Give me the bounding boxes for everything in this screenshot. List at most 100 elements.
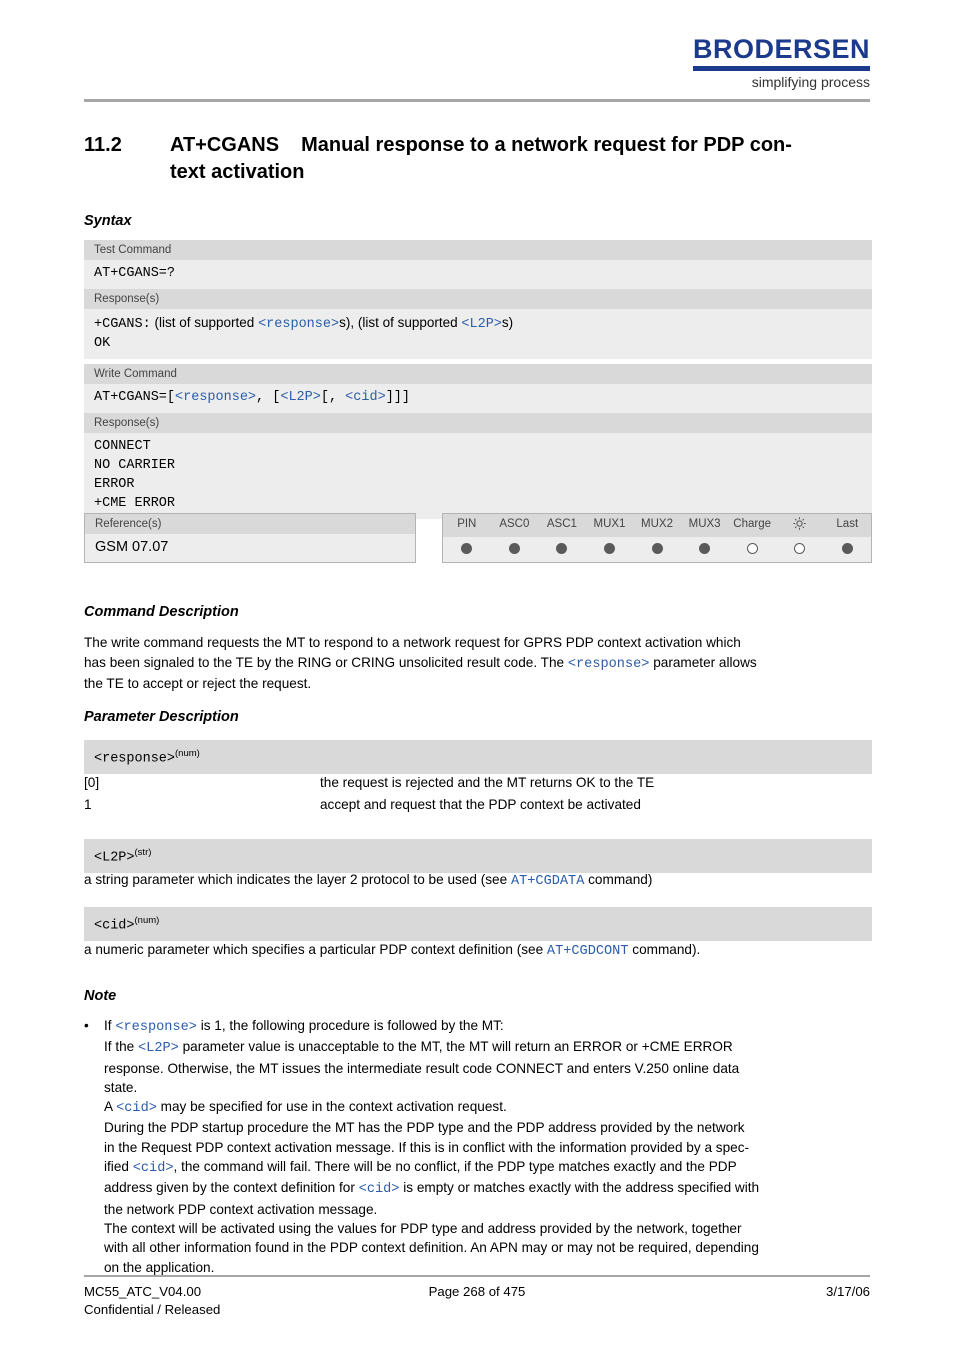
note-l2-b: parameter value is unacceptable to the M…: [178, 1039, 733, 1055]
reference-row: Reference(s) GSM 07.07 PIN ASC0 ASC1 MUX…: [84, 513, 872, 563]
param-text-cid: a numeric parameter which specifies a pa…: [84, 940, 872, 962]
note-line-10: the network PDP context activation messa…: [104, 1201, 378, 1217]
cmd-desc-line3: the TE to accept or reject the request.: [84, 676, 312, 691]
title-command: AT+CGANS: [170, 134, 280, 156]
note-bullet: •: [84, 1018, 89, 1033]
page-footer: MC55_ATC_V04.00 Page 268 of 475 3/17/06 …: [84, 1283, 870, 1319]
param-value: [0]: [84, 775, 100, 790]
l2p-param-note: <L2P>: [138, 1041, 179, 1057]
cid-param-note-1: <cid>: [116, 1101, 157, 1117]
heading-syntax: Syntax: [84, 213, 132, 229]
capability-dot-charge: [728, 543, 776, 554]
note-l8-b: , the command will fail. There will be n…: [173, 1159, 737, 1175]
document-page: BRODERSEN simplifying process 11.2 AT+CG…: [0, 0, 954, 1351]
footer-divider: [84, 1275, 870, 1277]
param-type-response: (num): [175, 748, 200, 759]
capability-header-last: Last: [836, 518, 859, 530]
capability-header-charge: Charge: [733, 518, 772, 530]
param-text-cid-a: a numeric parameter which specifies a pa…: [84, 942, 547, 957]
note-list: • If <response> is 1, the following proc…: [84, 1016, 872, 1277]
title-number: 11.2: [84, 134, 122, 156]
command-description-text: The write command requests the MT to res…: [84, 633, 872, 694]
brand-logo: BRODERSEN simplifying process: [692, 34, 870, 90]
param-row: [0] the request is rejected and the MT r…: [84, 772, 872, 794]
write-command-suffix: ]]]: [385, 390, 410, 405]
note-l1-b: is 1, the following procedure is followe…: [196, 1018, 504, 1033]
sun-icon: [776, 514, 824, 537]
capability-dot-pin: [443, 543, 491, 554]
capability-dot-mux3: [681, 543, 729, 554]
reference-box: Reference(s) GSM 07.07: [84, 513, 416, 563]
response-param-note: <response>: [115, 1020, 197, 1035]
write-command-prefix: AT+CGANS=[: [94, 390, 176, 405]
param-text-l2p: a string parameter which indicates the l…: [84, 870, 872, 892]
capability-header-pin: PIN: [457, 518, 477, 530]
footer-status: Confidential / Released: [84, 1302, 221, 1317]
note-l9-a: address given by the context definition …: [104, 1180, 359, 1196]
note-line-7: in the Request PDP context activation me…: [104, 1139, 750, 1155]
capability-dot-mux1: [586, 543, 634, 554]
param-name-cid: <cid>: [94, 918, 135, 934]
write-response-line: ERROR: [94, 477, 135, 492]
capability-header-asc0: ASC0: [499, 518, 530, 530]
write-response-line: +CME ERROR: [94, 496, 176, 511]
brand-rule: [692, 66, 870, 71]
heading-note: Note: [84, 988, 117, 1004]
param-text-l2p-a: a string parameter which indicates the l…: [84, 872, 511, 887]
param-name-l2p: <L2P>: [94, 850, 135, 866]
capability-dot-last: [824, 543, 872, 554]
note-line-13: on the application.: [104, 1259, 215, 1275]
write-param-l2p: <L2P>: [280, 390, 321, 405]
cid-param-note-2: <cid>: [132, 1161, 174, 1177]
heading-command-description: Command Description: [84, 604, 239, 620]
write-command-sep1: ,: [256, 390, 273, 405]
note-l8-a: ified: [104, 1159, 133, 1175]
note-l5-a: A: [104, 1099, 117, 1115]
capability-dot-asc1: [538, 543, 586, 554]
note-line-6: During the PDP startup procedure the MT …: [104, 1120, 745, 1136]
capability-dots: [443, 537, 871, 562]
heading-parameter-description: Parameter Description: [84, 709, 239, 725]
param-value-desc: accept and request that the PDP context …: [320, 797, 641, 812]
syntax-table: Test Command AT+CGANS=? Response(s) +CGA…: [84, 240, 872, 519]
param-type-cid: (num): [134, 915, 160, 926]
title-line1: Manual response to a network request for…: [301, 134, 792, 156]
test-response-prefix: +CGANS:: [94, 317, 151, 332]
write-response-values: CONNECT NO CARRIER ERROR +CME ERROR: [84, 433, 872, 519]
param-value-desc: the request is rejected and the MT retur…: [320, 775, 655, 790]
write-param-response: <response>: [175, 390, 257, 405]
write-param-cid: <cid>: [345, 390, 386, 405]
param-name-response: <response>: [94, 751, 176, 767]
test-response-text3: s): [501, 315, 514, 330]
l2p-param-link: <L2P>: [461, 317, 502, 332]
capability-headers: PIN ASC0 ASC1 MUX1 MUX2 MUX3 Charge Last: [443, 514, 871, 537]
at-cgdcont-link: AT+CGDCONT: [546, 944, 629, 959]
cmd-desc-line1: The write command requests the MT to res…: [84, 635, 741, 650]
cid-param-note-3: <cid>: [358, 1182, 400, 1198]
test-response-text2: s), (list of supported: [339, 315, 458, 330]
capability-header-mux2: MUX2: [641, 518, 673, 530]
note-line-8: ified <cid>, the command will fail. Ther…: [104, 1157, 872, 1178]
note-line-5: A <cid> may be specified for use in the …: [104, 1097, 872, 1118]
write-command-value: AT+CGANS=[<response>, [<L2P>[, <cid>]]]: [84, 384, 872, 413]
brand-name: BRODERSEN: [692, 34, 870, 64]
brand-tagline: simplifying process: [751, 74, 870, 90]
footer-date: 3/17/06: [826, 1284, 870, 1299]
footer-document-id: MC55_ATC_V04.00: [84, 1284, 202, 1299]
reference-value: GSM 07.07: [85, 534, 415, 562]
capability-header-asc1: ASC1: [546, 518, 577, 530]
param-rows-response: [0] the request is rejected and the MT r…: [84, 772, 872, 816]
write-response-line: NO CARRIER: [94, 458, 176, 473]
reference-label: Reference(s): [85, 514, 415, 534]
test-response-ok: OK: [94, 336, 111, 351]
write-response-line: CONNECT: [94, 439, 151, 454]
capability-header-mux1: MUX1: [593, 518, 626, 530]
write-command-label: Write Command: [84, 364, 872, 384]
note-l5-b: may be specified for use in the context …: [156, 1099, 507, 1115]
param-value: 1: [84, 797, 92, 812]
note-line-3: response. Otherwise, the MT issues the i…: [104, 1060, 740, 1076]
write-response-label: Response(s): [84, 413, 872, 433]
param-header-cid: <cid>(num): [84, 907, 872, 941]
note-line-11: The context will be activated using the …: [104, 1220, 742, 1236]
capability-dot-sun: [776, 543, 824, 554]
